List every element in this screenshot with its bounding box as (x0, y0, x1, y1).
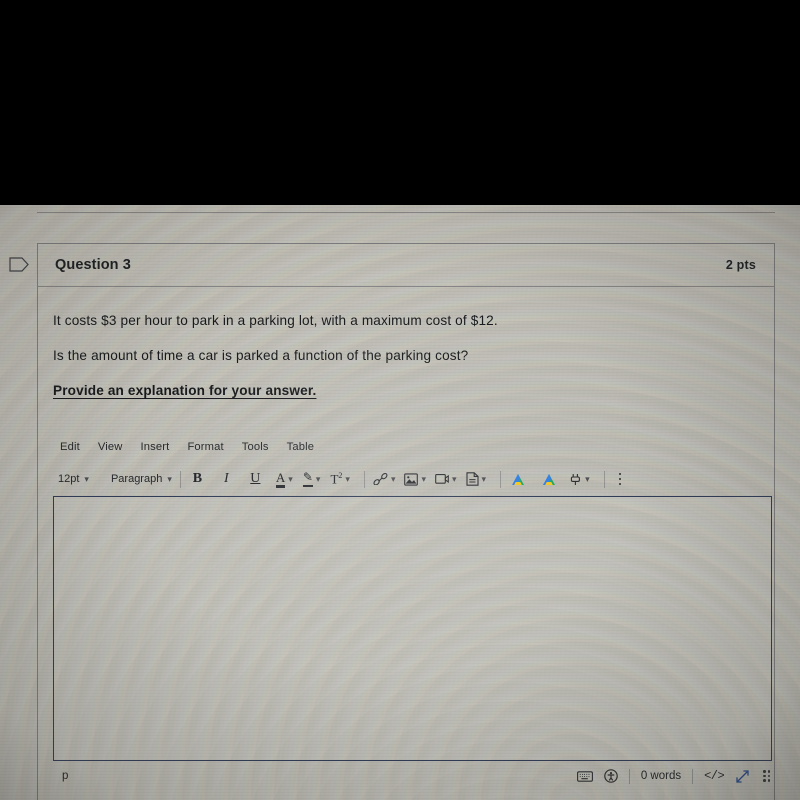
editor-menubar: Edit View Insert Format Tools Table (60, 441, 314, 453)
chevron-down-icon: ▾ (421, 473, 426, 484)
editor-status-bar: p 0 words </> (53, 763, 772, 789)
keyboard-shortcuts-button[interactable] (576, 770, 593, 782)
chevron-down-icon: ▾ (288, 473, 293, 484)
accessibility-icon (604, 769, 618, 783)
chevron-down-icon: ▾ (345, 473, 350, 484)
toolbar-separator (500, 470, 502, 488)
question-title: Question 3 (55, 257, 131, 273)
question-points-badge: 2 pts (725, 258, 756, 272)
italic-button[interactable]: I (218, 469, 235, 489)
link-icon (373, 473, 388, 485)
rich-text-editor-area[interactable] (53, 496, 772, 761)
fullscreen-button[interactable] (735, 769, 750, 784)
bold-button[interactable]: B (189, 469, 206, 489)
chevron-down-icon: ▾ (167, 473, 172, 484)
insert-media-button[interactable]: ▾ (435, 469, 457, 489)
question-header: Question 3 2 pts (38, 244, 774, 287)
block-format-dropdown[interactable]: Paragraph ▾ (111, 473, 172, 485)
lms-quiz-screen: Question 3 2 pts It costs $3 per hour to… (0, 203, 800, 800)
menu-item-format[interactable]: Format (187, 441, 223, 453)
question-body-text: It costs $3 per hour to park in a parkin… (53, 313, 753, 418)
menu-item-table[interactable]: Table (287, 441, 315, 453)
chevron-down-icon: ▾ (390, 473, 396, 484)
photographed-screen: Question 3 2 pts It costs $3 per hour to… (0, 0, 800, 800)
chevron-down-icon: ▾ (452, 473, 457, 484)
google-apps-button[interactable] (509, 469, 526, 489)
superscript-button[interactable]: T2 ▾ (330, 469, 349, 489)
chevron-down-icon: ▾ (315, 473, 321, 484)
underline-button[interactable]: U (247, 469, 264, 489)
italic-icon: I (224, 471, 229, 486)
text-color-icon: A (275, 471, 286, 488)
superscript-icon: T2 (330, 471, 343, 487)
bold-icon: B (192, 471, 203, 486)
insert-document-button[interactable]: ▾ (465, 469, 487, 489)
html-editor-button[interactable]: </> (704, 769, 725, 783)
insert-image-button[interactable]: ▾ (404, 469, 426, 489)
chevron-down-icon: ▾ (84, 473, 89, 484)
toolbar-separator (363, 470, 365, 488)
drive-triangle-icon (511, 473, 524, 485)
editor-toolbar: 12pt ▾ Paragraph ▾ B I U A ▾ ✎ ▾ T2 ▾ ▾ … (58, 466, 758, 492)
chevron-down-icon: ▾ (585, 473, 590, 484)
question-line-3: Provide an explanation for your answer. (53, 383, 317, 398)
menu-item-insert[interactable]: Insert (141, 441, 170, 453)
photo-letterbox-band (0, 0, 800, 205)
quiz-content: Question 3 2 pts It costs $3 per hour to… (0, 203, 800, 800)
flag-outline-icon[interactable] (9, 257, 29, 272)
image-icon (404, 472, 419, 486)
element-path-indicator[interactable]: p (62, 770, 68, 782)
font-size-value: 12pt (58, 473, 80, 485)
plug-icon (570, 473, 581, 485)
status-bar-right-group: 0 words </> (576, 768, 772, 784)
font-size-dropdown[interactable]: 12pt ▾ (58, 473, 89, 485)
toolbar-separator (179, 470, 181, 488)
drive-triangle-icon (542, 473, 555, 485)
keyboard-icon (576, 770, 593, 782)
word-count-label: 0 words (640, 770, 682, 782)
resize-grip-icon[interactable] (763, 770, 770, 782)
media-icon (435, 473, 449, 484)
google-drive-button[interactable] (540, 469, 557, 489)
kebab-dot (618, 472, 621, 476)
question-line-2: Is the amount of time a car is parked a … (53, 348, 469, 363)
menu-item-view[interactable]: View (98, 441, 123, 453)
menu-item-tools[interactable]: Tools (242, 441, 269, 453)
kebab-dot (618, 482, 621, 486)
kebab-dot (618, 477, 621, 481)
expand-arrows-icon (736, 769, 749, 783)
accessibility-checker-button[interactable] (604, 769, 618, 783)
text-color-button[interactable]: A ▾ (275, 469, 293, 489)
status-separator (692, 768, 694, 784)
block-format-value: Paragraph (110, 473, 163, 485)
underline-icon: U (250, 471, 261, 486)
chevron-down-icon: ▾ (481, 473, 487, 484)
highlight-color-button[interactable]: ✎ ▾ (302, 469, 321, 489)
toolbar-separator (603, 470, 605, 488)
document-icon (465, 472, 479, 486)
status-separator (628, 768, 630, 784)
menu-item-edit[interactable]: Edit (60, 441, 80, 453)
highlighter-pen-icon: ✎ (302, 471, 313, 487)
question-line-1: It costs $3 per hour to park in a parkin… (53, 313, 498, 328)
insert-link-button[interactable]: ▾ (373, 469, 396, 489)
plugins-button[interactable]: ▾ (569, 469, 590, 489)
toolbar-more-options-button[interactable] (618, 472, 621, 486)
